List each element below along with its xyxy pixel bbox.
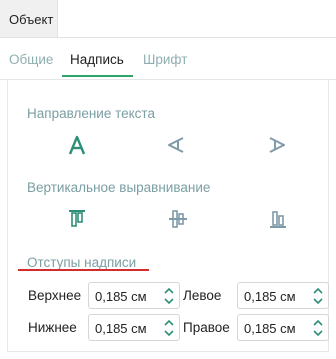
tab-caption[interactable]: Надпись <box>70 52 124 67</box>
object-tab[interactable]: Объект <box>0 0 58 38</box>
margin-left-label: Левое <box>183 288 222 303</box>
margin-left-field[interactable]: 0,185 см <box>237 282 329 309</box>
margin-bottom-field[interactable]: 0,185 см <box>88 314 180 341</box>
margin-top-value: 0,185 см <box>95 289 147 304</box>
margin-right-value: 0,185 см <box>244 321 296 336</box>
margins-label: Отступы надписи <box>27 255 137 270</box>
header-divider <box>58 37 336 38</box>
spinner-arrows-icon[interactable] <box>312 286 324 306</box>
align-center-icon[interactable] <box>163 204 193 234</box>
margin-top-label: Верхнее <box>28 288 82 303</box>
text-direction-horizontal-icon[interactable] <box>62 130 92 160</box>
margin-left-value: 0,185 см <box>244 289 296 304</box>
vertical-align-label: Вертикальное выравнивание <box>27 180 211 195</box>
margin-bottom-label: Нижнее <box>28 320 77 335</box>
margins-highlight-underline <box>18 269 149 271</box>
margin-right-field[interactable]: 0,185 см <box>237 314 329 341</box>
align-bottom-icon[interactable] <box>263 204 293 234</box>
spinner-arrows-icon[interactable] <box>163 286 175 306</box>
tab-general[interactable]: Общие <box>9 52 53 67</box>
text-direction-label: Направление текста <box>27 106 155 121</box>
margin-right-label: Правое <box>183 320 230 335</box>
margin-top-field[interactable]: 0,185 см <box>88 282 180 309</box>
spinner-arrows-icon[interactable] <box>312 318 324 338</box>
tab-font[interactable]: Шрифт <box>143 52 187 67</box>
align-top-icon[interactable] <box>62 204 92 234</box>
text-direction-rotate-down-icon[interactable] <box>262 130 292 160</box>
margin-bottom-value: 0,185 см <box>95 321 147 336</box>
subtabs: Общие Надпись Шрифт <box>0 40 336 80</box>
active-tab-indicator <box>62 75 133 77</box>
spinner-arrows-icon[interactable] <box>163 318 175 338</box>
object-tab-label: Объект <box>9 12 54 27</box>
text-direction-rotate-up-icon[interactable] <box>161 130 191 160</box>
format-panel: Объект Общие Надпись Шрифт Направление т… <box>0 0 336 359</box>
